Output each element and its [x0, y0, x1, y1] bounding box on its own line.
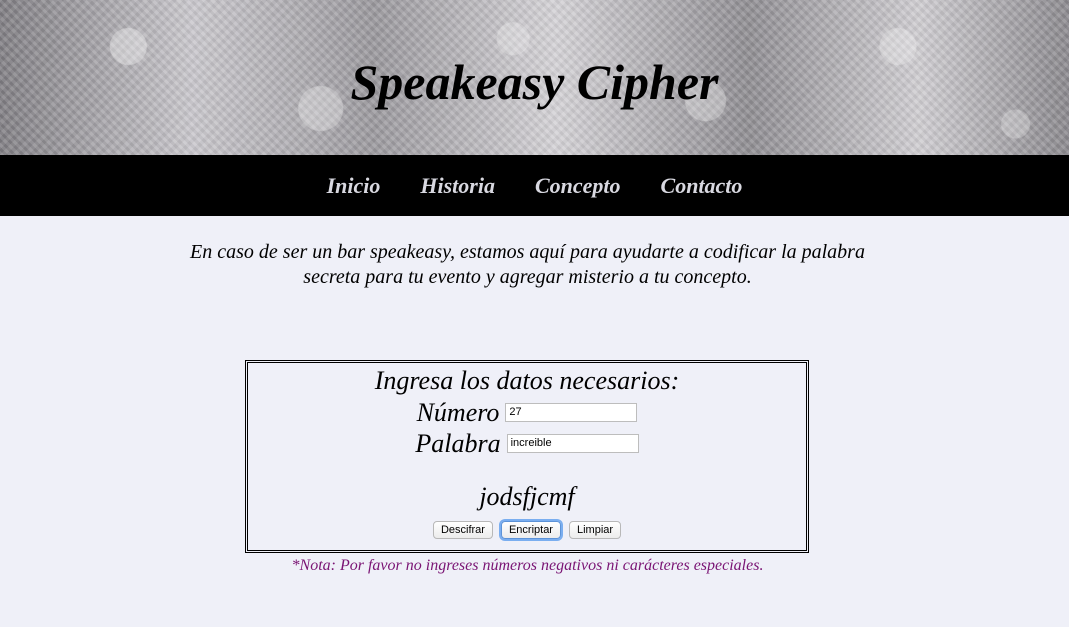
word-label: Palabra: [415, 428, 501, 458]
nav-item-contacto[interactable]: Contacto: [661, 155, 743, 216]
cipher-result: jodsfjcmf: [479, 482, 575, 511]
site-title: Speakeasy Cipher: [350, 54, 719, 110]
word-input[interactable]: [506, 433, 639, 453]
cipher-form: Ingresa los datos necesarios: Número Pal…: [245, 360, 809, 553]
note-text: *Nota: Por favor no ingreses números neg…: [291, 557, 764, 574]
word-row: Palabra: [248, 427, 806, 458]
form-heading: Ingresa los datos necesarios:: [374, 366, 680, 395]
header-banner: Speakeasy Cipher: [0, 0, 1069, 155]
encrypt-button[interactable]: Encriptar: [500, 521, 561, 539]
decrypt-button[interactable]: Descifrar: [432, 521, 493, 539]
nav-item-historia[interactable]: Historia: [420, 155, 495, 216]
number-label: Número: [416, 397, 500, 427]
intro-text: En caso de ser un bar speakeasy, estamos…: [190, 241, 865, 288]
main-nav: Inicio Historia Concepto Contacto: [0, 155, 1069, 216]
number-row: Número: [248, 396, 806, 427]
nav-item-inicio[interactable]: Inicio: [327, 155, 381, 216]
number-input[interactable]: [505, 402, 638, 422]
nav-item-concepto[interactable]: Concepto: [535, 155, 621, 216]
clear-button[interactable]: Limpiar: [568, 521, 622, 539]
button-group: Descifrar Encriptar Limpiar: [248, 520, 806, 539]
